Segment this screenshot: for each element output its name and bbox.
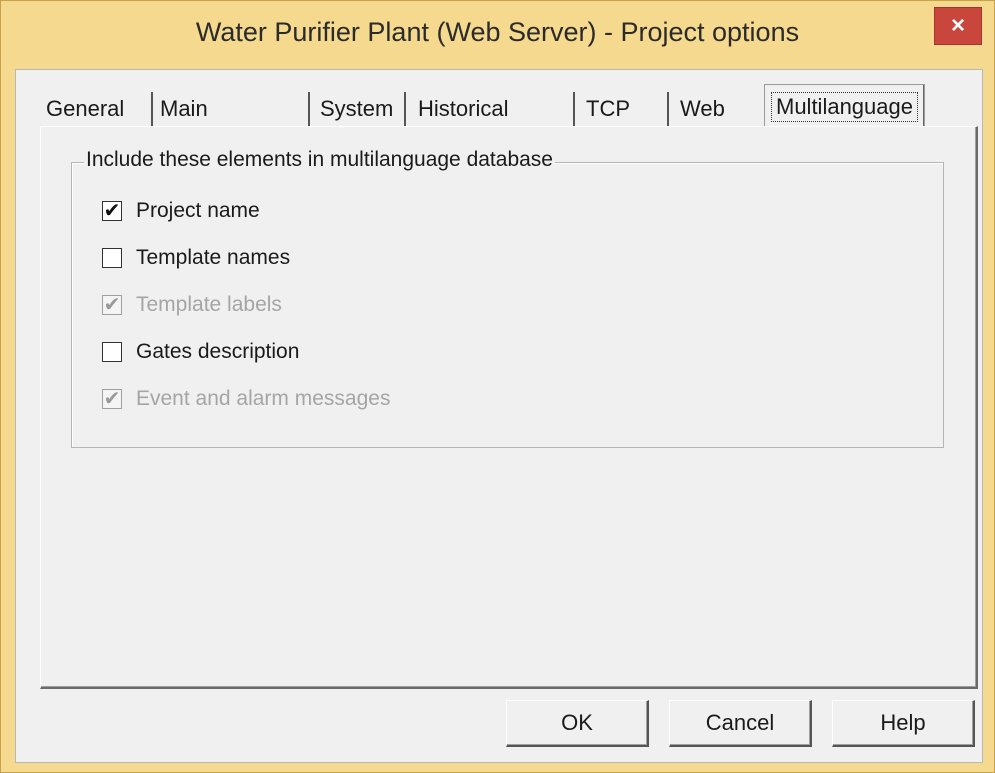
tab-web[interactable]: Web	[680, 92, 725, 126]
ok-button[interactable]: OK	[506, 700, 649, 747]
template-labels-option: ✔ Template labels	[102, 290, 282, 320]
multilanguage-groupbox: Include these elements in multilanguage …	[71, 148, 944, 448]
gates-description-option[interactable]: Gates description	[102, 337, 299, 367]
template-names-label: Template names	[136, 246, 291, 269]
cancel-button[interactable]: Cancel	[669, 700, 812, 747]
close-icon: ×	[950, 12, 965, 39]
gates-description-label: Gates description	[136, 340, 300, 363]
tab-multilanguage[interactable]: Multilanguage	[764, 84, 925, 127]
tab-divider	[667, 92, 669, 128]
dialog-button-bar: OK Cancel Help	[16, 690, 982, 762]
event-alarm-messages-option: ✔ Event and alarm messages	[102, 384, 390, 414]
dialog-client-area: General Main window System Historical fi…	[15, 69, 983, 763]
tab-divider	[151, 92, 153, 128]
project-name-option[interactable]: ✔ Project name	[102, 196, 260, 226]
template-names-checkbox[interactable]	[102, 248, 122, 268]
window-title: Water Purifier Plant (Web Server) - Proj…	[195, 17, 800, 47]
tab-general[interactable]: General	[46, 92, 124, 126]
template-labels-checkbox: ✔	[102, 294, 122, 316]
tab-tcp[interactable]: TCP	[586, 92, 630, 126]
help-button[interactable]: Help	[832, 700, 975, 747]
groupbox-legend: Include these elements in multilanguage …	[84, 148, 555, 172]
multilanguage-panel: Include these elements in multilanguage …	[40, 126, 978, 689]
title-bar[interactable]: Water Purifier Plant (Web Server) - Proj…	[1, 1, 994, 69]
tab-main-window[interactable]: Main window	[160, 92, 233, 155]
tab-historical-files[interactable]: Historical files	[418, 92, 508, 155]
close-button[interactable]: ×	[934, 7, 982, 45]
project-name-checkbox[interactable]: ✔	[102, 201, 122, 221]
template-names-option[interactable]: Template names	[102, 243, 290, 273]
project-name-label: Project name	[136, 199, 260, 222]
tab-multilanguage-label: Multilanguage	[771, 92, 918, 122]
tab-divider	[404, 92, 406, 128]
project-options-window: Water Purifier Plant (Web Server) - Proj…	[0, 0, 995, 773]
tab-system[interactable]: System	[320, 92, 393, 126]
tab-divider	[308, 92, 310, 128]
tab-divider	[573, 92, 575, 128]
event-alarm-messages-checkbox: ✔	[102, 388, 122, 410]
template-labels-label: Template labels	[136, 293, 282, 316]
event-alarm-messages-label: Event and alarm messages	[136, 387, 391, 410]
gates-description-checkbox[interactable]	[102, 342, 122, 362]
